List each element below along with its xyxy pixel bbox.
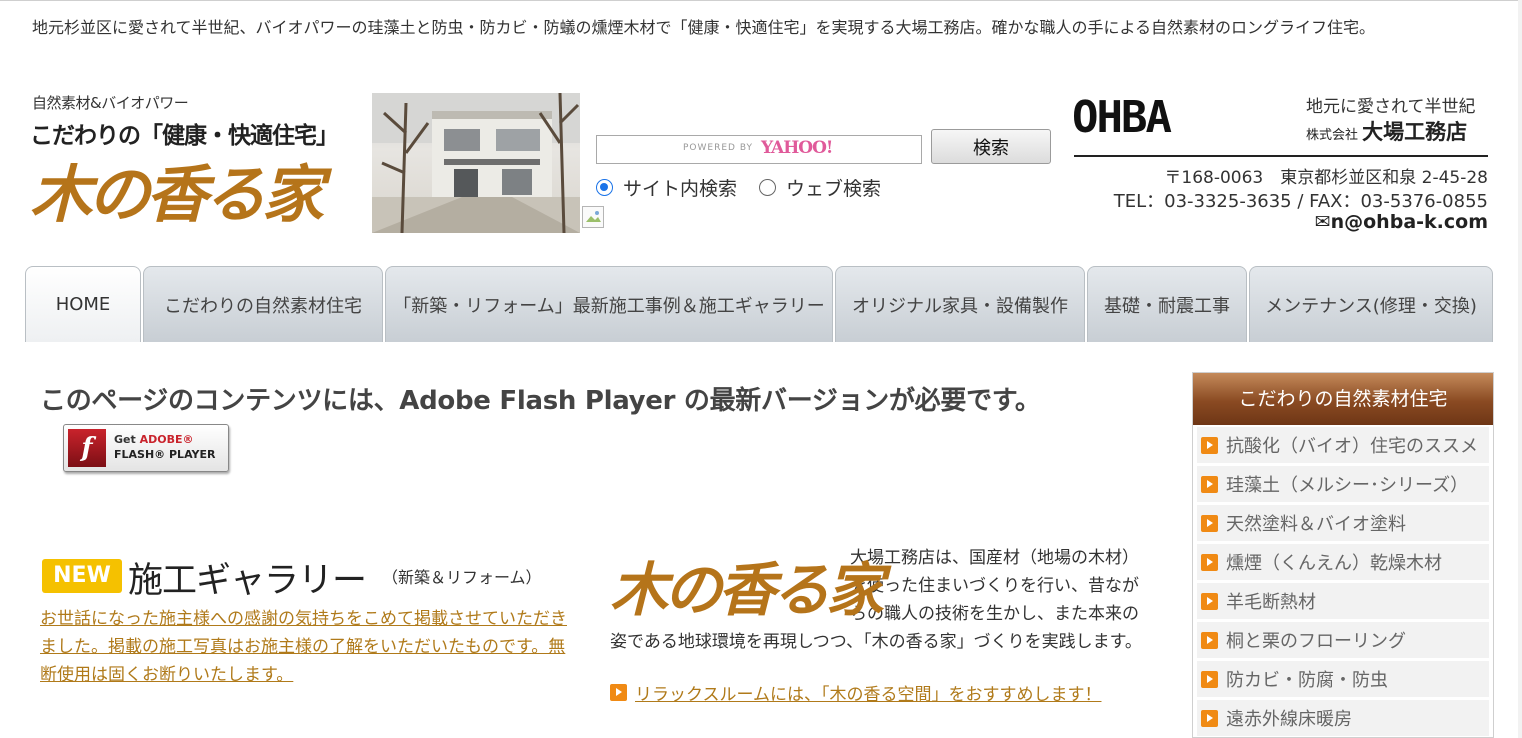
sidebar-item-label: 羊毛断熱材 bbox=[1226, 592, 1316, 613]
sidebar-item-label: 桐と栗のフローリング bbox=[1226, 631, 1406, 652]
logo-main-text: 木の香る家 bbox=[30, 158, 324, 231]
company-prefix: 株式会社 bbox=[1306, 128, 1359, 143]
arrow-right-icon bbox=[1201, 592, 1218, 610]
company-tagline: 地元に愛されて半世紀 bbox=[1306, 97, 1476, 117]
search-button[interactable]: 検索 bbox=[931, 129, 1051, 164]
company-address: 〒168-0063 東京都杉並区和泉 2-45-28 bbox=[1164, 168, 1488, 188]
arrow-right-icon bbox=[1201, 475, 1218, 493]
sidebar-item-label: 燻煙（くんえん）乾燥木材 bbox=[1226, 553, 1442, 574]
sidebar-item-natural-paint[interactable]: 天然塗料＆バイオ塗料 bbox=[1197, 505, 1489, 541]
sidebar-item-diatomite[interactable]: 珪藻土（メルシー･シリーズ） bbox=[1197, 466, 1489, 502]
logo-subtitle-1: 自然素材&バイオパワー bbox=[32, 94, 189, 112]
company-telfax: TEL：03-3325-3635 / FAX：03-5376-0855 bbox=[1113, 191, 1488, 212]
arrow-right-icon bbox=[1201, 436, 1218, 454]
site-logo[interactable]: 自然素材&バイオパワー こだわりの「健康・快適住宅」 木の香る家 bbox=[30, 92, 370, 242]
tab-natural-materials[interactable]: こだわりの自然素材住宅 bbox=[143, 266, 383, 342]
sidebar: こだわりの自然素材住宅 抗酸化（バイオ）住宅のススメ 珪藻土（メルシー･シリーズ… bbox=[1192, 372, 1494, 738]
flash-icon: f bbox=[68, 429, 106, 467]
sidebar-item-label: 遠赤外線床暖房 bbox=[1226, 709, 1352, 730]
sidebar-list: 抗酸化（バイオ）住宅のススメ 珪藻土（メルシー･シリーズ） 天然塗料＆バイオ塗料… bbox=[1197, 427, 1489, 738]
yahoo-logo: YAHOO! bbox=[761, 138, 833, 158]
radio-site-search[interactable] bbox=[596, 179, 613, 196]
flash-adobe-text: ADOBE® bbox=[139, 433, 194, 446]
relax-room-link[interactable]: リラックスルームには、「木の香る空間」をおすすめします！ bbox=[610, 680, 1101, 705]
search-scope-radios: サイト内検索 ウェブ検索 bbox=[596, 174, 903, 201]
top-border bbox=[0, 0, 1522, 1]
tab-maintenance[interactable]: メンテナンス(修理・交換) bbox=[1249, 266, 1493, 342]
company-divider bbox=[1074, 155, 1488, 157]
house-photo-drawing bbox=[372, 93, 580, 233]
arrow-right-icon bbox=[1201, 514, 1218, 532]
sidebar-item-label: 防カビ・防腐・防虫 bbox=[1226, 670, 1388, 691]
arrow-right-icon bbox=[1201, 709, 1218, 727]
kino-logo: 木の香る家 bbox=[610, 556, 884, 624]
flash-get-text: Get bbox=[114, 433, 140, 446]
gallery-title[interactable]: 施工ギャラリー bbox=[128, 552, 367, 603]
house-photo bbox=[372, 93, 580, 233]
ohba-logo[interactable]: OHBA bbox=[1072, 92, 1172, 143]
sidebar-item-floor-heating[interactable]: 遠赤外線床暖房 bbox=[1197, 700, 1489, 736]
sidebar-item-label: 天然塗料＆バイオ塗料 bbox=[1226, 514, 1406, 535]
arrow-right-icon bbox=[610, 684, 627, 701]
radio-web-search-label[interactable]: ウェブ検索 bbox=[786, 174, 881, 201]
scrollbar-track[interactable] bbox=[1518, 0, 1522, 738]
arrow-right-icon bbox=[1201, 553, 1218, 571]
tab-foundation[interactable]: 基礎・耐震工事 bbox=[1087, 266, 1247, 342]
radio-site-search-label[interactable]: サイト内検索 bbox=[623, 174, 737, 201]
company-email[interactable]: ✉n@ohba-k.com bbox=[1200, 211, 1488, 233]
sidebar-heading: こだわりの自然素材住宅 bbox=[1193, 373, 1493, 425]
tab-home[interactable]: HOME bbox=[25, 266, 141, 342]
radio-web-search[interactable] bbox=[759, 179, 777, 196]
sidebar-item-smoked-wood[interactable]: 燻煙（くんえん）乾燥木材 bbox=[1197, 544, 1489, 580]
sidebar-item-wool-insulation[interactable]: 羊毛断熱材 bbox=[1197, 583, 1489, 619]
tab-works-gallery[interactable]: 「新築・リフォーム」最新施工事例＆施工ギャラリー bbox=[385, 266, 833, 342]
sidebar-item-label: 抗酸化（バイオ）住宅のススメ bbox=[1226, 436, 1478, 457]
get-flash-player-button[interactable]: f Get ADOBE® FLASH® PLAYER bbox=[63, 424, 229, 472]
search-powered-by: POWERED BY bbox=[683, 143, 754, 153]
main-nav: HOME こだわりの自然素材住宅 「新築・リフォーム」最新施工事例＆施工ギャラリ… bbox=[25, 266, 1495, 342]
flash-button-line1: Get ADOBE® bbox=[114, 433, 193, 446]
relax-room-link-text[interactable]: リラックスルームには、「木の香る空間」をおすすめします！ bbox=[635, 680, 1101, 705]
arrow-right-icon bbox=[1201, 670, 1218, 688]
tab-original-furniture[interactable]: オリジナル家具・設備製作 bbox=[835, 266, 1085, 342]
sidebar-item-label: 珪藻土（メルシー･シリーズ） bbox=[1226, 475, 1469, 496]
company-name-text: 大場工務店 bbox=[1362, 120, 1468, 144]
search-input[interactable]: POWERED BY YAHOO! bbox=[596, 135, 922, 164]
sidebar-item-mold-proof[interactable]: 防カビ・防腐・防虫 bbox=[1197, 661, 1489, 697]
arrow-right-icon bbox=[1201, 631, 1218, 649]
flash-required-message: このページのコンテンツには、Adobe Flash Player の最新バージョ… bbox=[40, 386, 1041, 416]
sidebar-item-antioxidant[interactable]: 抗酸化（バイオ）住宅のススメ bbox=[1197, 427, 1489, 463]
company-name: 株式会社 大場工務店 bbox=[1306, 116, 1467, 146]
new-badge: NEW bbox=[42, 559, 122, 593]
gallery-subtitle: （新築＆リフォーム） bbox=[382, 568, 542, 587]
sidebar-item-flooring[interactable]: 桐と栗のフローリング bbox=[1197, 622, 1489, 658]
flash-button-line2: FLASH® PLAYER bbox=[114, 448, 216, 461]
gallery-description-link[interactable]: お世話になった施主様への感謝の気持ちをこめて掲載させていただきました。掲載の施工… bbox=[40, 605, 570, 689]
intro-text: 地元杉並区に愛されて半世紀、バイオパワーの珪藻土と防虫・防カビ・防蟻の燻煙木材で… bbox=[32, 18, 1376, 37]
broken-image-icon bbox=[582, 206, 604, 228]
